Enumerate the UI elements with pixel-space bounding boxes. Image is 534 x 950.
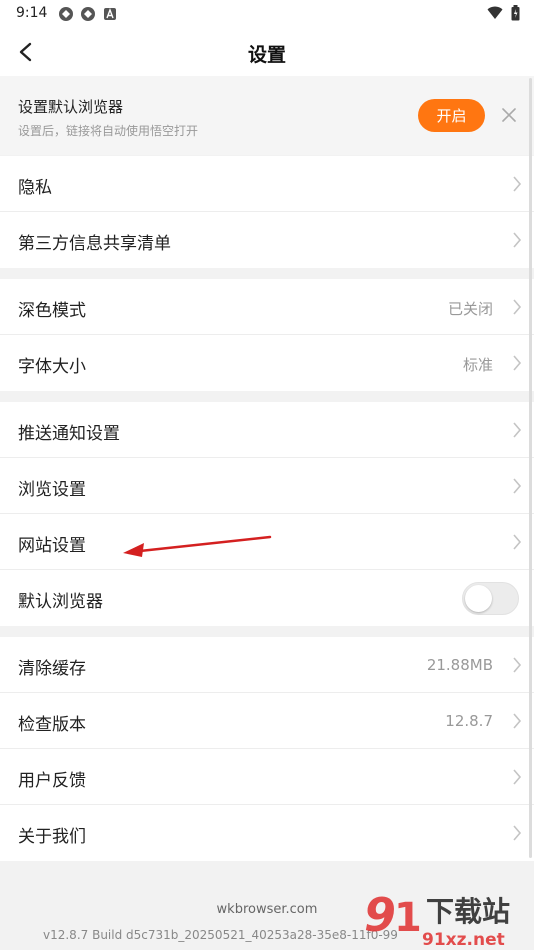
chevron-right-icon [513,825,522,841]
banner-title: 设置默认浏览器 [18,98,124,116]
system-status-icons [487,5,520,21]
row-label: 隐私 [18,178,52,198]
row-label: 清除缓存 [18,659,86,679]
row-third-party-list[interactable]: 第三方信息共享清单 [0,212,534,268]
row-label: 网站设置 [18,536,86,556]
row-default-browser: 默认浏览器 [0,570,534,626]
page-title: 设置 [247,44,286,66]
watermark-logo: 9 1 下载站 91xz.net [364,888,510,950]
chevron-right-icon [513,299,522,315]
close-icon[interactable] [499,105,519,125]
notification-a-icon [104,8,116,20]
footer-build-info: v12.8.7 Build d5c731b_20250521_40253a28-… [43,928,398,942]
battery-icon [511,5,520,21]
notification-app-icon [81,7,95,21]
enable-button[interactable]: 开启 [418,99,485,132]
chevron-right-icon [513,478,522,494]
svg-text:91xz.net: 91xz.net [422,930,505,950]
row-label: 浏览设置 [18,480,86,500]
row-privacy[interactable]: 隐私 [0,156,534,212]
toggle-knob [465,585,492,612]
row-value: 标准 [462,356,493,374]
default-browser-banner: 设置默认浏览器 设置后，链接将自动使用悟空打开 开启 [0,76,534,155]
settings-group-browsing: 推送通知设置 浏览设置 网站设置 默认浏览器 [0,402,534,626]
settings-screen: 9:14 设置 设置默认浏览器 设置后，链接将自动使用悟空打开 开启 隐私 第三… [0,0,534,950]
row-label: 深色模式 [18,301,86,321]
banner-subtitle: 设置后，链接将自动使用悟空打开 [18,124,199,138]
chevron-right-icon [513,769,522,785]
row-check-version[interactable]: 检查版本 12.8.7 [0,693,534,749]
chevron-right-icon [513,534,522,550]
status-time: 9:14 [16,5,48,21]
row-label: 字体大小 [18,357,86,377]
settings-group-about: 清除缓存 21.88MB 检查版本 12.8.7 用户反馈 关于我们 [0,637,534,861]
chevron-right-icon [513,176,522,192]
row-push-notifications[interactable]: 推送通知设置 [0,402,534,458]
notification-icons [58,6,118,22]
settings-group-display: 深色模式 已关闭 字体大小 标准 [0,279,534,391]
row-dark-mode[interactable]: 深色模式 已关闭 [0,279,534,335]
row-value: 21.88MB [426,656,493,674]
row-about-us[interactable]: 关于我们 [0,805,534,861]
chevron-right-icon [513,657,522,673]
row-label: 第三方信息共享清单 [18,234,171,254]
row-label: 用户反馈 [18,771,86,791]
status-bar: 9:14 [0,0,534,28]
row-value: 12.8.7 [445,712,493,730]
row-label: 默认浏览器 [18,592,103,612]
svg-text:下载站: 下载站 [426,895,510,928]
default-browser-toggle[interactable] [462,582,519,615]
row-clear-cache[interactable]: 清除缓存 21.88MB [0,637,534,693]
settings-group-privacy: 隐私 第三方信息共享清单 [0,156,534,268]
row-feedback[interactable]: 用户反馈 [0,749,534,805]
chevron-right-icon [513,232,522,248]
scrollbar[interactable] [529,78,532,858]
row-font-size[interactable]: 字体大小 标准 [0,335,534,391]
svg-text:1: 1 [394,895,422,941]
wifi-icon [487,6,503,19]
svg-text:9: 9 [364,888,396,942]
annotation-arrow [123,535,272,557]
title-bar: 设置 [0,28,534,76]
row-browse-settings[interactable]: 浏览设置 [0,458,534,514]
row-label: 检查版本 [18,715,86,735]
chevron-right-icon [513,713,522,729]
row-value: 已关闭 [447,300,493,318]
notification-app-icon [59,7,73,21]
row-label: 关于我们 [18,827,86,847]
row-label: 推送通知设置 [18,424,120,444]
chevron-right-icon [513,355,522,371]
chevron-right-icon [513,422,522,438]
